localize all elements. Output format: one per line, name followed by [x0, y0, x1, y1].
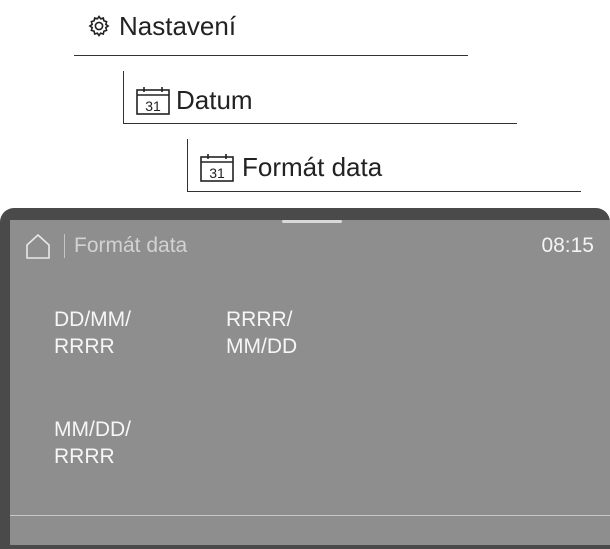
breadcrumb-item-settings[interactable]: Nastavení	[87, 13, 236, 39]
device-screen: Formát data 08:15 DD/MM/ RRRR RRRR/ MM/D…	[10, 220, 610, 545]
screen-title: Formát data	[74, 234, 188, 257]
divider	[64, 234, 65, 258]
breadcrumb-label: Nastavení	[119, 11, 237, 41]
clock: 08:15	[541, 234, 594, 257]
pull-down-handle[interactable]	[282, 220, 342, 223]
breadcrumb-label: Datum	[176, 85, 253, 115]
breadcrumb-label: Formát data	[242, 152, 383, 182]
status-bar: Formát data 08:15	[10, 228, 610, 262]
divider	[74, 55, 468, 56]
option-rrrr-mm-dd[interactable]: RRRR/ MM/DD	[226, 306, 297, 360]
divider	[123, 71, 124, 123]
device-screen-bezel: Formát data 08:15 DD/MM/ RRRR RRRR/ MM/D…	[0, 208, 610, 549]
breadcrumb-item-date[interactable]: 31 Datum	[136, 85, 253, 115]
breadcrumb-item-date-format[interactable]: 31 Formát data	[200, 152, 382, 182]
divider	[187, 139, 188, 191]
calendar-icon: 31	[136, 85, 170, 115]
option-dd-mm-rrrr[interactable]: DD/MM/ RRRR	[54, 306, 131, 360]
calendar-icon: 31	[200, 152, 234, 182]
gear-icon	[87, 14, 111, 38]
home-icon[interactable]	[24, 233, 52, 259]
divider	[10, 515, 610, 516]
divider	[187, 191, 581, 192]
option-mm-dd-rrrr[interactable]: MM/DD/ RRRR	[54, 416, 131, 470]
calendar-icon-text: 31	[209, 165, 225, 181]
divider	[123, 123, 517, 124]
calendar-icon-text: 31	[145, 98, 161, 114]
